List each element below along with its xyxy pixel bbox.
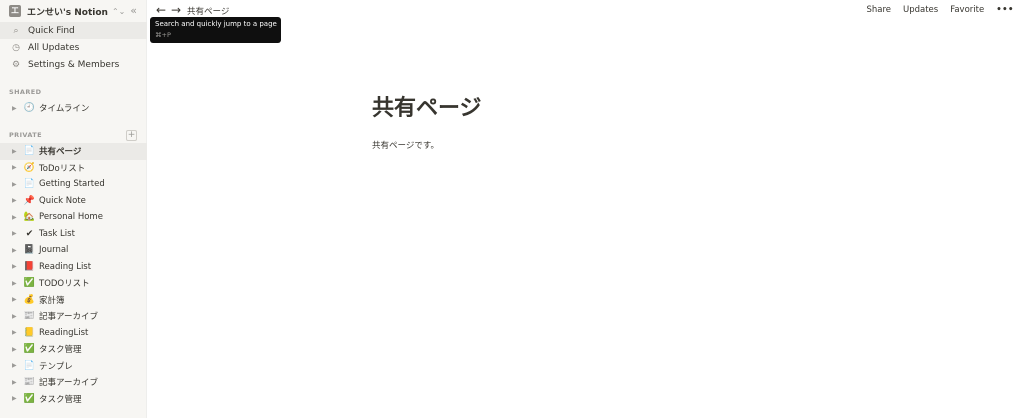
house-icon: 🏡 <box>23 212 36 223</box>
search-icon: ⌕ <box>13 25 19 36</box>
expand-triangle-icon[interactable]: ▶ <box>12 247 20 254</box>
share-button[interactable]: Share <box>866 5 891 15</box>
sidebar-page-item[interactable]: ▶ ✅ タスク管理 <box>0 341 147 358</box>
page-label: 共有ページ <box>39 147 82 158</box>
sidebar-page-item[interactable]: ▶ ✅ TODOリスト <box>0 275 147 292</box>
nav-all-updates[interactable]: ◷ All Updates <box>0 39 147 56</box>
expand-triangle-icon[interactable]: ▶ <box>12 105 20 112</box>
sidebar: エ エンせい's Notion ⌃⌄ « ⌕ Quick Find ◷ All … <box>0 0 147 418</box>
checkmark-icon: ✔ <box>25 228 34 239</box>
sidebar-page-item[interactable]: ▶ 📒 ReadingList <box>0 325 147 342</box>
sidebar-page-item[interactable]: ▶ 📄 テンプレ <box>0 358 147 375</box>
favorite-button[interactable]: Favorite <box>950 5 984 15</box>
sidebar-page-item[interactable]: ▶ 📓 Journal <box>0 242 147 259</box>
workspace-logo-icon: エ <box>9 5 21 17</box>
page-label: TODOリスト <box>39 279 90 290</box>
green-check-icon: ✅ <box>23 393 36 404</box>
notepad-icon: 📒 <box>23 327 36 338</box>
page-label: Quick Note <box>39 195 86 206</box>
page-label: Task List <box>39 228 75 239</box>
sidebar-page-item[interactable]: ▶ 💰 家計簿 <box>0 292 147 309</box>
workspace-name: エンせい's Notion <box>27 7 108 18</box>
compass-icon: 🧭 <box>23 162 36 173</box>
book-icon: 📕 <box>23 261 36 272</box>
page-label: テンプレ <box>39 361 73 372</box>
expand-triangle-icon[interactable]: ▶ <box>12 197 20 204</box>
page-label: Personal Home <box>39 212 103 223</box>
sidebar-page-item[interactable]: ▶ ✔ Task List <box>0 226 147 243</box>
section-label-private: PRIVATE <box>9 131 42 139</box>
nav-label: Quick Find <box>28 25 75 36</box>
pushpin-icon: 📌 <box>23 195 36 206</box>
newspaper-icon: 📰 <box>23 377 36 388</box>
section-label-shared: SHARED <box>9 88 42 96</box>
page-label: 記事アーカイブ <box>39 312 98 323</box>
quick-find-tooltip: Search and quickly jump to a page ⌘+P <box>150 17 281 43</box>
back-arrow-icon[interactable]: ← <box>156 3 166 17</box>
green-check-icon: ✅ <box>23 344 36 355</box>
breadcrumb[interactable]: 共有ページ <box>187 5 229 17</box>
sidebar-page-item[interactable]: ▶ 📰 記事アーカイブ <box>0 308 147 325</box>
expand-triangle-icon[interactable]: ▶ <box>12 263 20 270</box>
expand-triangle-icon[interactable]: ▶ <box>12 379 20 386</box>
gear-icon: ⚙ <box>11 59 21 70</box>
clock-face-icon: 🕘 <box>23 103 36 114</box>
expand-triangle-icon[interactable]: ▶ <box>12 230 20 237</box>
nav-settings-members[interactable]: ⚙ Settings & Members <box>0 56 147 73</box>
page-label: タイムライン <box>39 104 90 115</box>
page-label: 家計簿 <box>39 295 65 306</box>
notebook-icon: 📓 <box>23 245 36 256</box>
clock-icon: ◷ <box>12 42 20 53</box>
add-page-button[interactable]: + <box>126 130 137 141</box>
newspaper-icon: 📰 <box>23 311 36 322</box>
sidebar-page-item[interactable]: ▶ 📄 Getting Started <box>0 176 147 193</box>
page-label: タスク管理 <box>39 345 82 356</box>
sidebar-page-item[interactable]: ▶ 🧭 ToDoリスト <box>0 160 147 177</box>
nav-label: Settings & Members <box>28 59 120 70</box>
page-label: Reading List <box>39 261 92 272</box>
green-check-icon: ✅ <box>23 278 36 289</box>
document-icon: 📄 <box>23 360 36 371</box>
expand-triangle-icon[interactable]: ▶ <box>12 164 20 171</box>
expand-triangle-icon[interactable]: ▶ <box>12 313 20 320</box>
sidebar-page-item[interactable]: ▶ 📄 共有ページ <box>0 143 147 160</box>
expand-triangle-icon[interactable]: ▶ <box>12 346 20 353</box>
page-label: タスク管理 <box>39 394 82 405</box>
page-label: ReadingList <box>39 327 89 338</box>
more-options-icon[interactable]: ••• <box>996 5 1014 15</box>
page-title[interactable]: 共有ページ <box>372 90 482 122</box>
page-label: Journal <box>39 245 69 256</box>
sidebar-page-item[interactable]: ▶ 🏡 Personal Home <box>0 209 147 226</box>
expand-triangle-icon[interactable]: ▶ <box>12 148 20 155</box>
document-icon: 📄 <box>23 146 36 157</box>
sidebar-page-timeline[interactable]: ▶ 🕘 タイムライン <box>0 100 147 117</box>
expand-triangle-icon[interactable]: ▶ <box>12 181 20 188</box>
page-body-text[interactable]: 共有ページです。 <box>372 139 439 151</box>
page-label: Getting Started <box>39 179 105 190</box>
topbar-actions: Share Updates Favorite ••• <box>866 5 1014 15</box>
page-label: 記事アーカイブ <box>39 378 98 389</box>
tooltip-shortcut: ⌘+P <box>155 31 171 39</box>
forward-arrow-icon[interactable]: → <box>171 3 181 17</box>
sidebar-page-item[interactable]: ▶ 📕 Reading List <box>0 259 147 276</box>
updates-button[interactable]: Updates <box>903 5 938 15</box>
expand-triangle-icon[interactable]: ▶ <box>12 280 20 287</box>
chevron-updown-icon: ⌃⌄ <box>111 6 126 16</box>
expand-triangle-icon[interactable]: ▶ <box>12 329 20 336</box>
tooltip-title: Search and quickly jump to a page <box>155 20 277 28</box>
workspace-switcher[interactable]: エ エンせい's Notion ⌃⌄ <box>0 0 147 22</box>
expand-triangle-icon[interactable]: ▶ <box>12 296 20 303</box>
expand-triangle-icon[interactable]: ▶ <box>12 395 20 402</box>
expand-triangle-icon[interactable]: ▶ <box>12 214 20 221</box>
document-icon: 📄 <box>23 179 36 190</box>
sidebar-page-item[interactable]: ▶ 📰 記事アーカイブ <box>0 374 147 391</box>
page-label: ToDoリスト <box>39 163 86 174</box>
money-bag-icon: 💰 <box>23 294 36 305</box>
sidebar-page-item[interactable]: ▶ 📌 Quick Note <box>0 193 147 210</box>
expand-triangle-icon[interactable]: ▶ <box>12 362 20 369</box>
nav-label: All Updates <box>28 42 80 53</box>
collapse-sidebar-icon[interactable]: « <box>130 4 137 17</box>
nav-quick-find[interactable]: ⌕ Quick Find <box>0 22 147 39</box>
sidebar-page-item[interactable]: ▶ ✅ タスク管理 <box>0 391 147 408</box>
